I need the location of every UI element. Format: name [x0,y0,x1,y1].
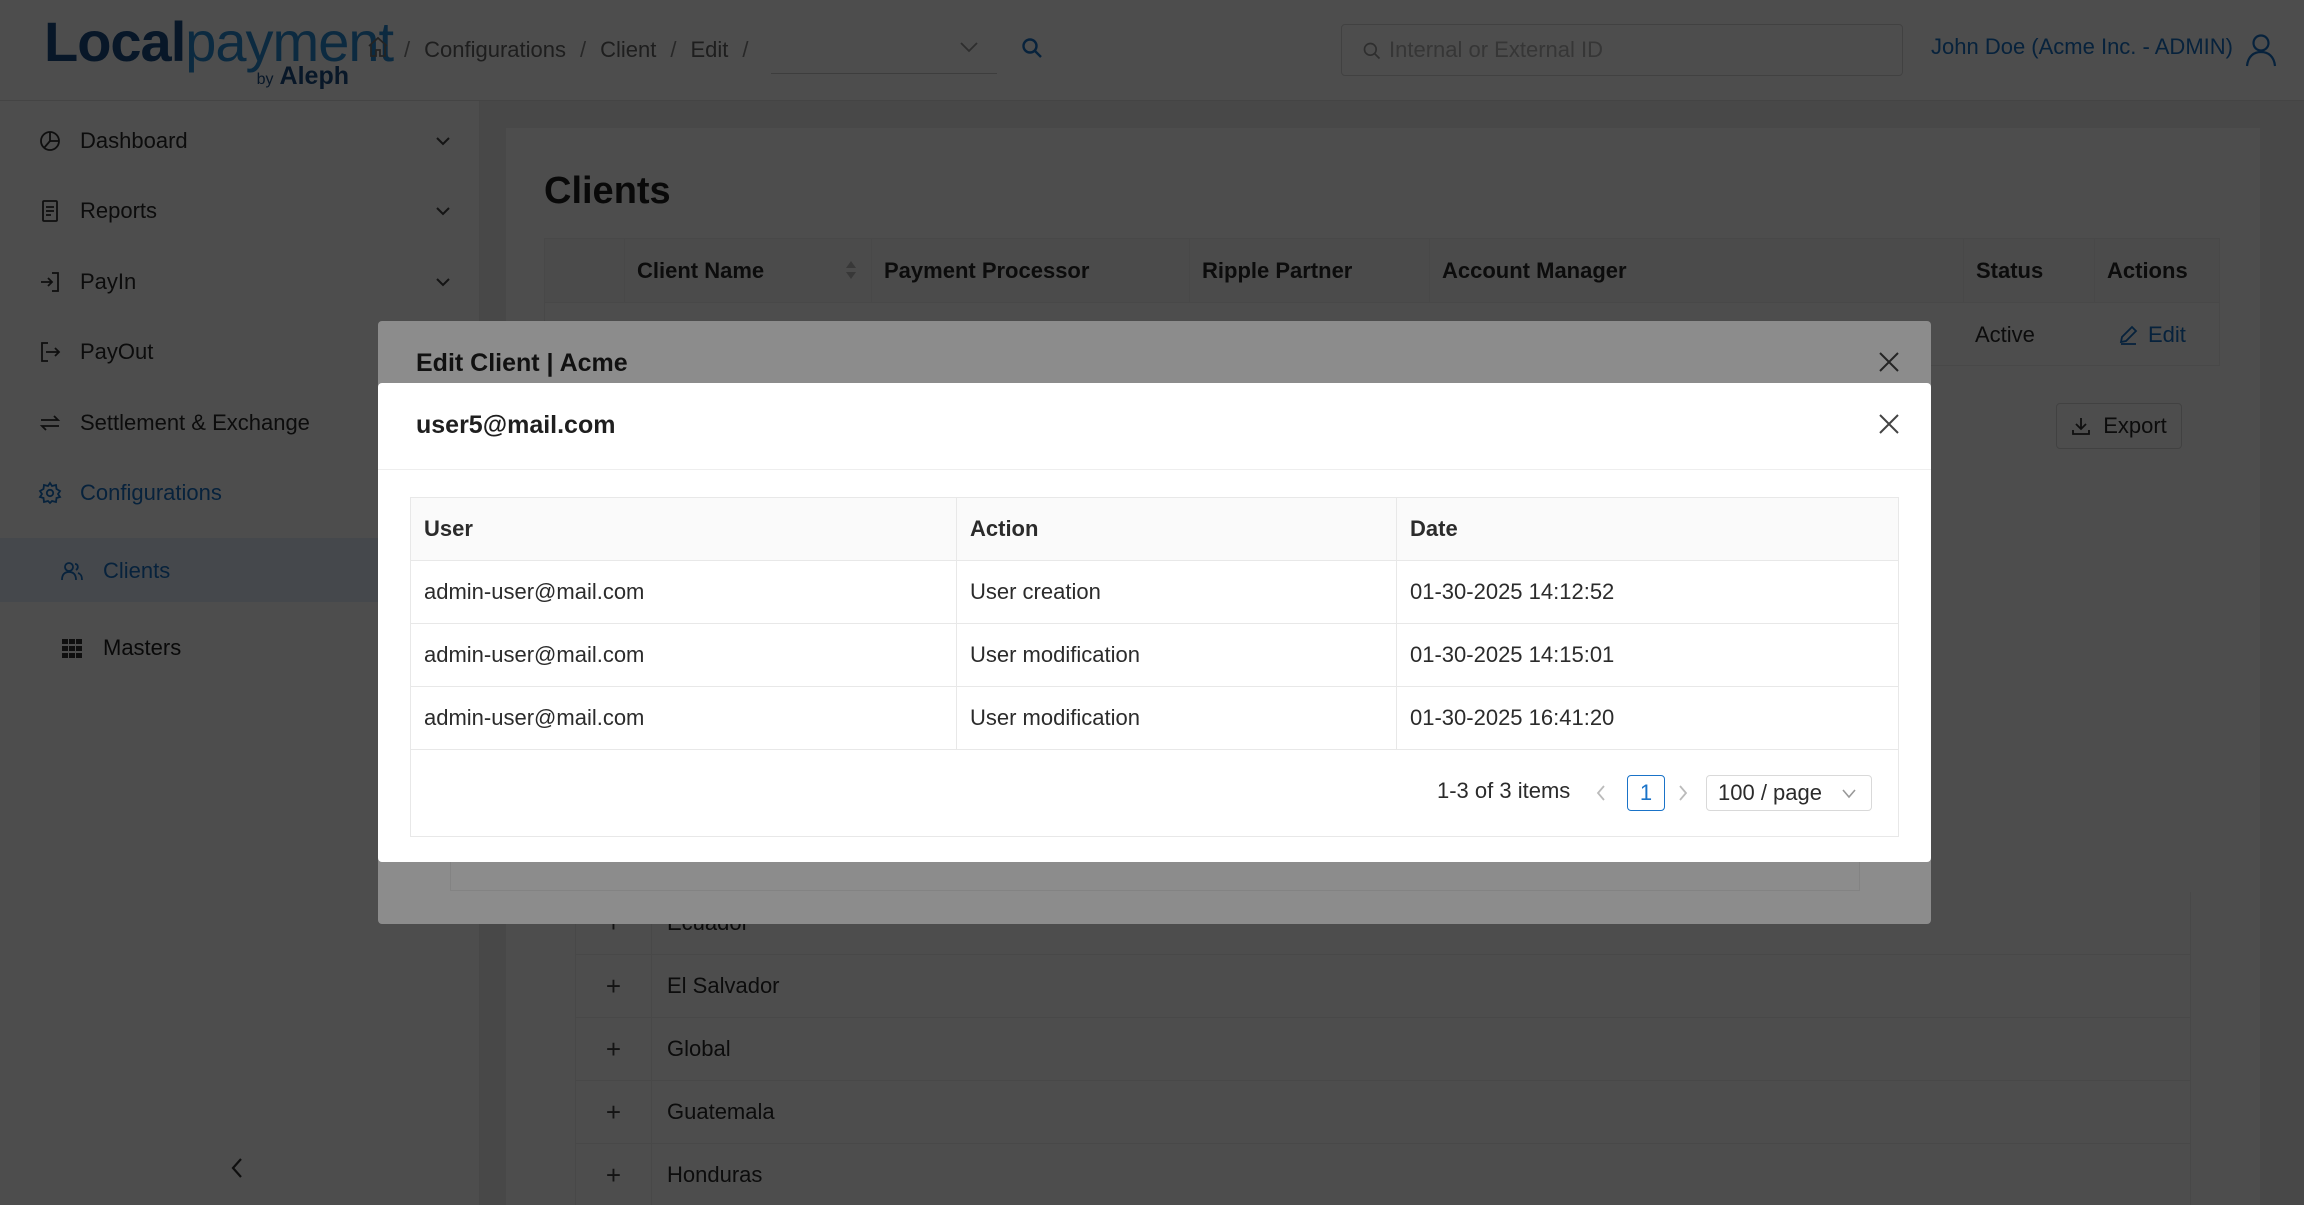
pagination: 1-3 of 3 items 1 100 / page [411,750,1898,836]
table-header: User Action Date [411,498,1898,561]
column-action: Action [956,498,1396,560]
modal-title: user5@mail.com [416,411,616,439]
table-row: admin-user@mail.com User modification 01… [411,687,1898,750]
cell-user: admin-user@mail.com [424,642,645,667]
close-icon[interactable] [1878,413,1900,440]
cell-date: 01-30-2025 16:41:20 [1396,687,1898,749]
page-size-select[interactable]: 100 / page [1706,775,1872,811]
pagination-total: 1-3 of 3 items [1437,778,1571,803]
cell-date: 01-30-2025 14:12:52 [1396,561,1898,623]
chevron-left-icon[interactable] [1595,783,1607,808]
cell-action: User modification [956,687,1396,749]
cell-action: User creation [956,561,1396,623]
user-log-table: User Action Date admin-user@mail.com Use… [410,497,1899,837]
column-user: User [424,516,473,541]
cell-user: admin-user@mail.com [424,705,645,730]
user-log-modal: user5@mail.com User Action Date admin-us… [378,383,1931,862]
chevron-right-icon[interactable] [1677,783,1689,808]
cell-action: User modification [956,624,1396,686]
table-row: admin-user@mail.com User creation 01-30-… [411,561,1898,624]
chevron-down-icon [1842,789,1856,799]
table-row: admin-user@mail.com User modification 01… [411,624,1898,687]
pagination-page-1[interactable]: 1 [1627,775,1665,811]
cell-user: admin-user@mail.com [424,579,645,604]
column-date: Date [1396,498,1898,560]
cell-date: 01-30-2025 14:15:01 [1396,624,1898,686]
modal-header: user5@mail.com [378,383,1931,470]
